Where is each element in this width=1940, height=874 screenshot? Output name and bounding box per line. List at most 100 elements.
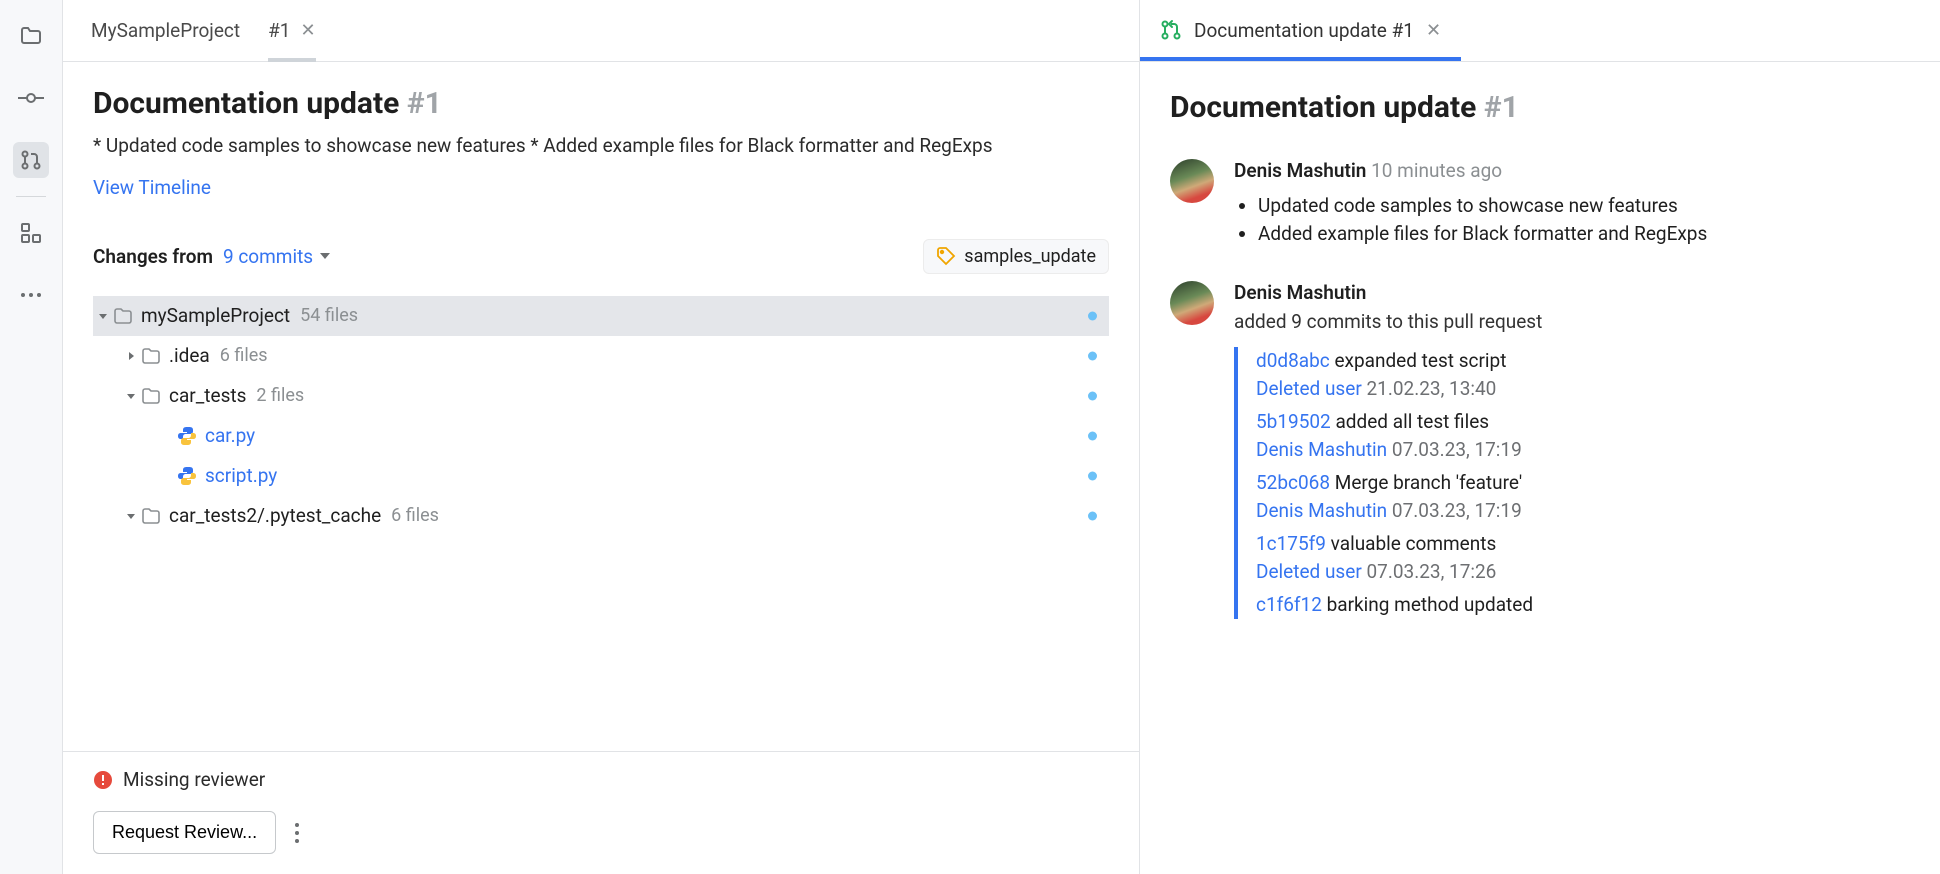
folder-icon — [113, 307, 133, 325]
folder-icon — [141, 507, 161, 525]
commit-item: 52bc068 Merge branch 'feature' Denis Mas… — [1256, 469, 1912, 524]
more-tools-button[interactable] — [13, 277, 49, 313]
tree-item-meta: 6 files — [220, 345, 268, 366]
tree-item-name: mySampleProject — [141, 304, 290, 327]
pr-description: * Updated code samples to showcase new f… — [93, 133, 1109, 160]
commit-message: Merge branch 'feature' — [1335, 471, 1522, 494]
commit-message: expanded test script — [1334, 349, 1506, 372]
change-indicator-icon — [1088, 391, 1097, 400]
change-indicator-icon — [1088, 311, 1097, 320]
alert-icon — [93, 770, 113, 790]
timeline-tabs: Documentation update #1 ✕ — [1140, 0, 1940, 62]
tree-folder[interactable]: car_tests2/.pytest_cache 6 files — [93, 496, 1109, 536]
file-tree: mySampleProject 54 files .idea 6 files — [93, 296, 1109, 536]
commits-count: 9 commits — [223, 245, 313, 268]
kebab-icon — [294, 822, 300, 844]
event-subtitle: added 9 commits to this pull request — [1234, 310, 1912, 333]
timeline-body: Documentation update #1 Denis Mashutin 1… — [1140, 62, 1940, 639]
tree-item-meta: 6 files — [391, 505, 439, 526]
timeline-number: #1 — [1484, 90, 1519, 125]
view-timeline-link[interactable]: View Timeline — [93, 172, 1109, 199]
chevron-down-icon[interactable] — [121, 510, 141, 522]
commit-user-link[interactable]: Denis Mashutin — [1256, 438, 1387, 461]
commits-list: d0d8abc expanded test script Deleted use… — [1234, 347, 1912, 619]
avatar — [1170, 281, 1214, 325]
timeline-event: Denis Mashutin 10 minutes ago Updated co… — [1170, 159, 1912, 247]
pr-title: Documentation update #1 — [93, 86, 1109, 121]
commit-message: valuable comments — [1331, 532, 1497, 555]
timeline-tab[interactable]: Documentation update #1 ✕ — [1140, 0, 1461, 61]
commits-dropdown[interactable]: 9 commits — [223, 245, 331, 268]
commit-user-link[interactable]: Deleted user — [1256, 377, 1362, 400]
tab-pr-1[interactable]: #1 ✕ — [268, 0, 315, 62]
commit-date: 07.03.23, 17:19 — [1392, 499, 1522, 522]
commit-item: 5b19502 added all test files Denis Mashu… — [1256, 408, 1912, 463]
pr-footer: Missing reviewer Request Review... — [63, 752, 1139, 874]
tree-file[interactable]: car.py — [93, 416, 1109, 456]
tool-rail — [0, 0, 63, 874]
chevron-right-icon[interactable] — [121, 350, 141, 362]
event-bullet: Added example files for Black formatter … — [1258, 220, 1912, 248]
merge-request-icon — [1160, 19, 1182, 41]
project-tool-button[interactable] — [13, 18, 49, 54]
missing-reviewer-text: Missing reviewer — [123, 768, 265, 791]
timeline-title-text: Documentation update — [1170, 90, 1476, 125]
commit-hash-link[interactable]: 1c175f9 — [1256, 532, 1326, 555]
event-author: Denis Mashutin — [1234, 281, 1366, 304]
pr-number: #1 — [407, 86, 442, 121]
commit-icon — [18, 88, 44, 108]
tree-folder[interactable]: .idea 6 files — [93, 336, 1109, 376]
commit-message: barking method updated — [1327, 593, 1533, 616]
commit-date: 07.03.23, 17:19 — [1392, 438, 1522, 461]
pull-request-panel: MySampleProject #1 ✕ Documentation updat… — [63, 0, 1140, 874]
commit-user-link[interactable]: Deleted user — [1256, 560, 1362, 583]
change-indicator-icon — [1088, 431, 1097, 440]
timeline-panel: Documentation update #1 ✕ Documentation … — [1140, 0, 1940, 874]
tag-icon — [936, 246, 956, 266]
commits-tool-button[interactable] — [13, 80, 49, 116]
change-indicator-icon — [1088, 471, 1097, 480]
event-time: 10 minutes ago — [1371, 159, 1502, 182]
commit-item: c1f6f12 barking method updated — [1256, 591, 1912, 619]
tree-file[interactable]: script.py — [93, 456, 1109, 496]
close-icon[interactable]: ✕ — [300, 20, 315, 41]
tree-item-meta: 2 files — [256, 385, 304, 406]
tree-folder[interactable]: mySampleProject 54 files — [93, 296, 1109, 336]
structure-tool-button[interactable] — [13, 215, 49, 251]
change-indicator-icon — [1088, 511, 1097, 520]
close-icon[interactable]: ✕ — [1426, 20, 1441, 41]
commit-date: 21.02.23, 13:40 — [1366, 377, 1496, 400]
branch-name: samples_update — [964, 246, 1096, 267]
tab-project[interactable]: MySampleProject — [91, 0, 240, 62]
tree-item-name: script.py — [205, 464, 277, 487]
tree-item-name: .idea — [169, 344, 210, 367]
commit-hash-link[interactable]: d0d8abc — [1256, 349, 1330, 372]
pull-request-icon — [19, 148, 43, 172]
changes-row: Changes from 9 commits samples_update — [93, 211, 1109, 274]
commit-hash-link[interactable]: 52bc068 — [1256, 471, 1330, 494]
chevron-down-icon — [319, 251, 331, 261]
tree-item-name: car_tests2/.pytest_cache — [169, 504, 381, 527]
commit-hash-link[interactable]: 5b19502 — [1256, 410, 1331, 433]
more-actions-button[interactable] — [294, 822, 300, 844]
event-bullet: Updated code samples to showcase new fea… — [1258, 192, 1912, 220]
commit-message: added all test files — [1335, 410, 1489, 433]
folder-icon — [141, 347, 161, 365]
tab-label: MySampleProject — [91, 19, 240, 42]
folder-icon — [141, 387, 161, 405]
commit-item: 1c175f9 valuable comments Deleted user 0… — [1256, 530, 1912, 585]
tree-item-meta: 54 files — [300, 305, 358, 326]
timeline-tab-label: Documentation update #1 — [1194, 19, 1414, 42]
commit-user-link[interactable]: Denis Mashutin — [1256, 499, 1387, 522]
chevron-down-icon[interactable] — [93, 310, 113, 322]
commit-hash-link[interactable]: c1f6f12 — [1256, 593, 1322, 616]
pr-title-text: Documentation update — [93, 86, 399, 121]
tree-item-name: car.py — [205, 424, 255, 447]
branch-tag[interactable]: samples_update — [923, 239, 1109, 274]
tree-folder[interactable]: car_tests 2 files — [93, 376, 1109, 416]
pull-requests-tool-button[interactable] — [13, 142, 49, 178]
commit-item: d0d8abc expanded test script Deleted use… — [1256, 347, 1912, 402]
python-file-icon — [177, 466, 197, 486]
request-review-button[interactable]: Request Review... — [93, 811, 276, 854]
chevron-down-icon[interactable] — [121, 390, 141, 402]
